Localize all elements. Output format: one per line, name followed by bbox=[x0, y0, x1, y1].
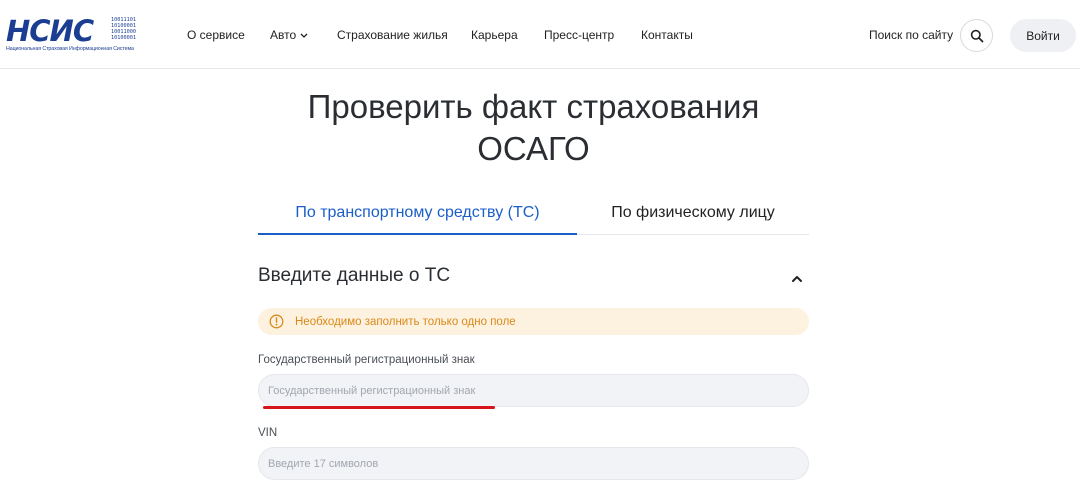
logo-mark: НСИС bbox=[6, 14, 94, 48]
search-button[interactable] bbox=[960, 19, 993, 52]
page-title-line-1: Проверить факт страхования bbox=[307, 88, 760, 125]
nav-item-about[interactable]: О сервисе bbox=[187, 28, 245, 43]
section-title: Введите данные о ТС bbox=[258, 265, 451, 286]
chevron-down-icon bbox=[300, 33, 308, 38]
red-annotation-underline bbox=[263, 406, 495, 409]
plate-number-input[interactable] bbox=[259, 375, 808, 406]
chevron-up-icon[interactable] bbox=[790, 272, 804, 286]
plate-number-field[interactable] bbox=[258, 374, 809, 407]
logo-subtitle: Национальная Страховая Информационная Си… bbox=[6, 46, 134, 52]
search-label[interactable]: Поиск по сайту bbox=[869, 28, 953, 43]
vin-label: VIN bbox=[258, 427, 278, 439]
warning-icon bbox=[269, 314, 284, 329]
tab-by-vehicle[interactable]: По транспортному средству (ТС) bbox=[258, 195, 577, 235]
login-button[interactable]: Войти bbox=[1010, 19, 1076, 52]
nav-item-career[interactable]: Карьера bbox=[471, 28, 518, 43]
nsis-logo[interactable]: НСИС 10011101 10100001 10011000 10100001… bbox=[6, 15, 138, 55]
nav-item-contacts[interactable]: Контакты bbox=[641, 28, 693, 43]
plate-number-label: Государственный регистрационный знак bbox=[258, 354, 475, 366]
nav-item-auto-label: Авто bbox=[270, 28, 297, 42]
notice-banner: Необходимо заполнить только одно поле bbox=[258, 308, 809, 335]
site-header: НСИС 10011101 10100001 10011000 10100001… bbox=[0, 0, 1080, 69]
search-icon bbox=[970, 29, 983, 42]
nav-item-press-center[interactable]: Пресс-центр bbox=[544, 28, 614, 43]
tab-by-person[interactable]: По физическому лицу bbox=[577, 195, 809, 233]
vin-input[interactable] bbox=[259, 448, 808, 479]
search-mode-tabs: По транспортному средству (ТС) По физиче… bbox=[258, 195, 809, 235]
page-title-line-2: ОСАГО bbox=[477, 130, 590, 167]
page-title: Проверить факт страхования ОСАГО bbox=[240, 86, 827, 170]
logo-binary-pattern: 10011101 10100001 10011000 10100001 bbox=[111, 17, 136, 41]
notice-text: Необходимо заполнить только одно поле bbox=[295, 316, 516, 328]
nav-item-home-insurance[interactable]: Страхование жилья bbox=[337, 28, 448, 43]
vin-field[interactable] bbox=[258, 447, 809, 480]
nav-item-auto[interactable]: Авто bbox=[270, 28, 308, 43]
